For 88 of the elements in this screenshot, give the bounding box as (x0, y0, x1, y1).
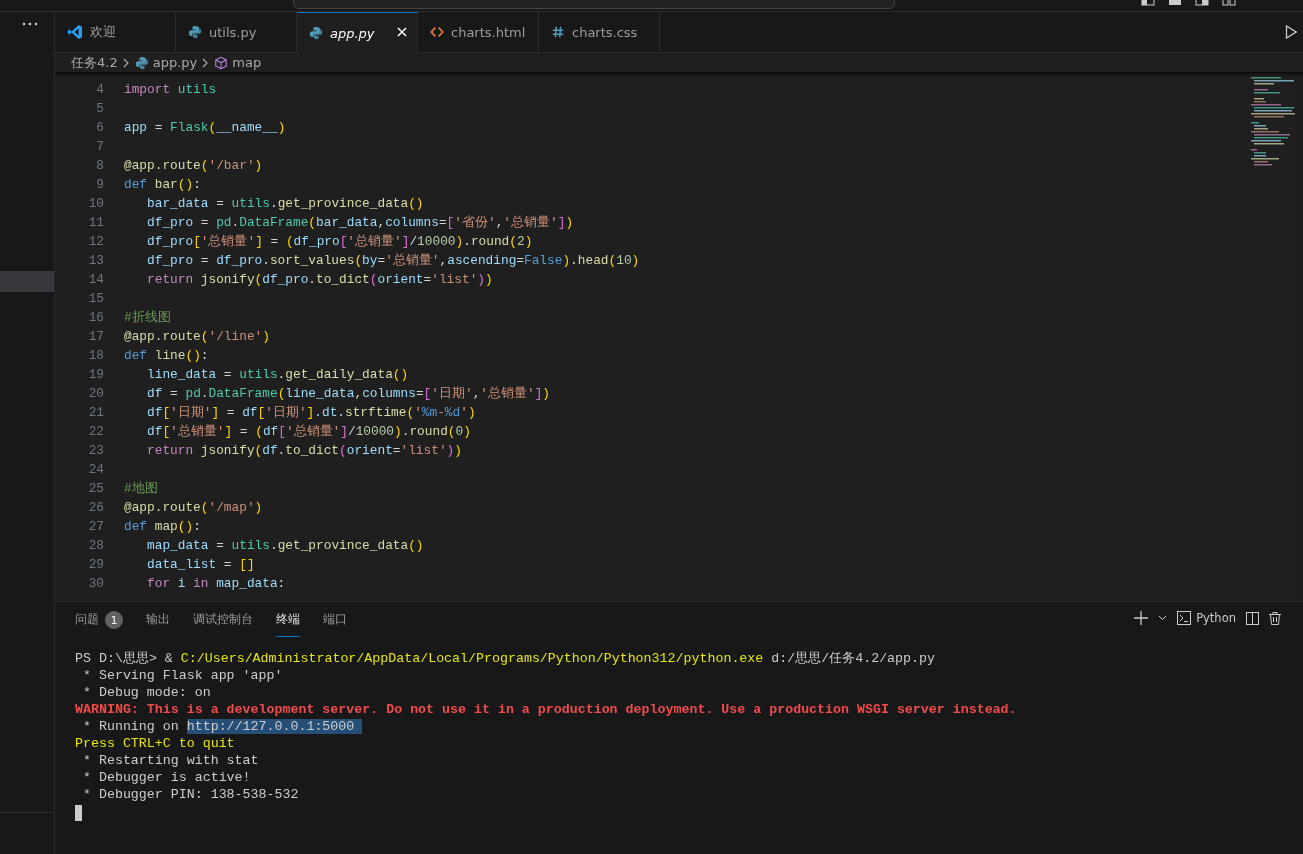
plus-icon[interactable] (1134, 611, 1149, 625)
cube-icon (214, 55, 229, 70)
split-icon[interactable] (1246, 611, 1259, 625)
code-line: line_data = utils.get_daily_data() (146, 367, 409, 382)
code-line: bar_data = utils.get_province_data() (146, 196, 424, 211)
line-number: 21 (87, 405, 104, 420)
line-number: 30 (87, 576, 104, 591)
code-line: def line(): (124, 348, 209, 363)
panel-tab[interactable]: 终端 (276, 602, 300, 637)
python-file-icon (134, 55, 149, 70)
line-number: 23 (87, 443, 104, 458)
python-file-icon (309, 26, 323, 40)
code-line: df['总销量'] = (df['总销量']/10000).round(0) (146, 423, 471, 440)
code-line: def map(): (124, 519, 201, 534)
line-number: 15 (87, 291, 104, 306)
terminal-line: PS D:\思思> & C:/Users/Administrator/AppData/Local/Programs/Python/Python312/python.exe d:/思思/任务4.2/app.py (75, 650, 936, 667)
terminal-line: * Debug mode: on (81, 684, 212, 701)
line-number: 27 (87, 519, 104, 534)
play-icon[interactable] (1285, 25, 1297, 39)
terminal-line: * Debugger is active! (81, 769, 252, 786)
code-line: df = pd.DataFrame(line_data,columns=['日期','总销量']) (146, 385, 551, 402)
chevron-right-icon (122, 57, 130, 68)
code-line: df['日期'] = df['日期'].dt.strftime('%m-%d') (146, 404, 476, 421)
line-number: 20 (87, 386, 104, 401)
code-editor-logo-icon (67, 24, 83, 40)
terminal-shell-button[interactable]: Python (1177, 611, 1236, 625)
line-number: 18 (87, 348, 104, 363)
code-line: data_list = [] (146, 557, 255, 572)
line-number: 4 (95, 82, 104, 97)
line-number: 19 (87, 367, 104, 382)
panel-tab[interactable]: 端口 (323, 602, 347, 637)
terminal-line: * Restarting with stat (81, 752, 260, 769)
breadcrumb-item[interactable]: map (214, 55, 262, 70)
count-badge: 1 (105, 610, 123, 629)
panel-tab[interactable]: 问题 1 (75, 602, 123, 637)
code-line: def bar(): (124, 177, 201, 192)
line-number: 26 (87, 500, 104, 515)
code-line: @app.route('/line') (124, 329, 270, 344)
code-line: @app.route('/map') (124, 500, 263, 515)
chevron-right-icon (202, 57, 210, 68)
terminal-line: Press CTRL+C to quit (75, 735, 236, 752)
line-number: 17 (87, 329, 104, 344)
panel-tab[interactable]: 调试控制台 (193, 602, 253, 637)
line-number: 13 (87, 253, 104, 268)
terminal-line: * Serving Flask app 'app' (81, 667, 284, 684)
terminal-line: WARNING: This is a development server. Do not use it in a production deployment. Use a production WSGI server instead. (75, 701, 1018, 718)
angle-brackets-icon (430, 25, 444, 39)
code-line: @app.route('/bar') (124, 158, 263, 173)
line-number: 29 (87, 557, 104, 572)
python-file-icon (188, 25, 202, 39)
line-number: 5 (95, 101, 104, 116)
line-number: 11 (87, 215, 104, 230)
code-line: app = Flask(__name__) (124, 120, 286, 135)
line-number: 22 (87, 424, 104, 439)
terminal-line: * Debugger PIN: 138-538-532 (81, 786, 300, 803)
chevron-down-icon[interactable] (1158, 615, 1168, 621)
terminal-cursor (75, 805, 82, 821)
code-line: map_data = utils.get_province_data() (146, 538, 424, 553)
panel-tab[interactable]: 输出 (146, 602, 170, 637)
breadcrumb-item[interactable]: 任务4.2 (71, 53, 118, 72)
code-line: return jsonify(df_pro.to_dict(orient='list')) (146, 272, 493, 287)
line-number: 8 (95, 158, 104, 173)
trash-icon[interactable] (1269, 611, 1281, 625)
code-line: df_pro = pd.DataFrame(bar_data,columns=['省份','总销量']) (146, 214, 574, 231)
line-number: 6 (95, 120, 104, 135)
editor-tab[interactable]: app.py (297, 12, 418, 53)
code-line: df_pro['总销量'] = (df_pro['总销量']/10000).round(2) (146, 233, 533, 250)
code-line: import utils (124, 82, 217, 97)
code-line: for i in map_data: (146, 576, 286, 591)
more-icon[interactable] (22, 22, 38, 26)
breadcrumb-item[interactable]: app.py (134, 55, 198, 70)
code-line: #折线图 (124, 309, 171, 326)
line-number: 9 (95, 177, 104, 192)
code-line: return jsonify(df.to_dict(orient='list')) (146, 443, 462, 458)
code-line: df_pro = df_pro.sort_values(by='总销量',ascending=False).head(10) (146, 252, 640, 269)
line-number: 25 (87, 481, 104, 496)
line-number: 12 (87, 234, 104, 249)
line-number: 10 (87, 196, 104, 211)
line-number: 24 (87, 462, 104, 477)
hash-icon (551, 25, 565, 39)
terminal-icon (1177, 611, 1192, 625)
close-icon[interactable] (397, 27, 407, 37)
line-number: 28 (87, 538, 104, 553)
line-number: 7 (95, 139, 104, 154)
terminal-line: * Running on http://127.0.0.1:5000 (75, 718, 1303, 735)
line-number: 14 (87, 272, 104, 287)
line-number: 16 (87, 310, 104, 325)
code-line: #地图 (124, 480, 158, 497)
